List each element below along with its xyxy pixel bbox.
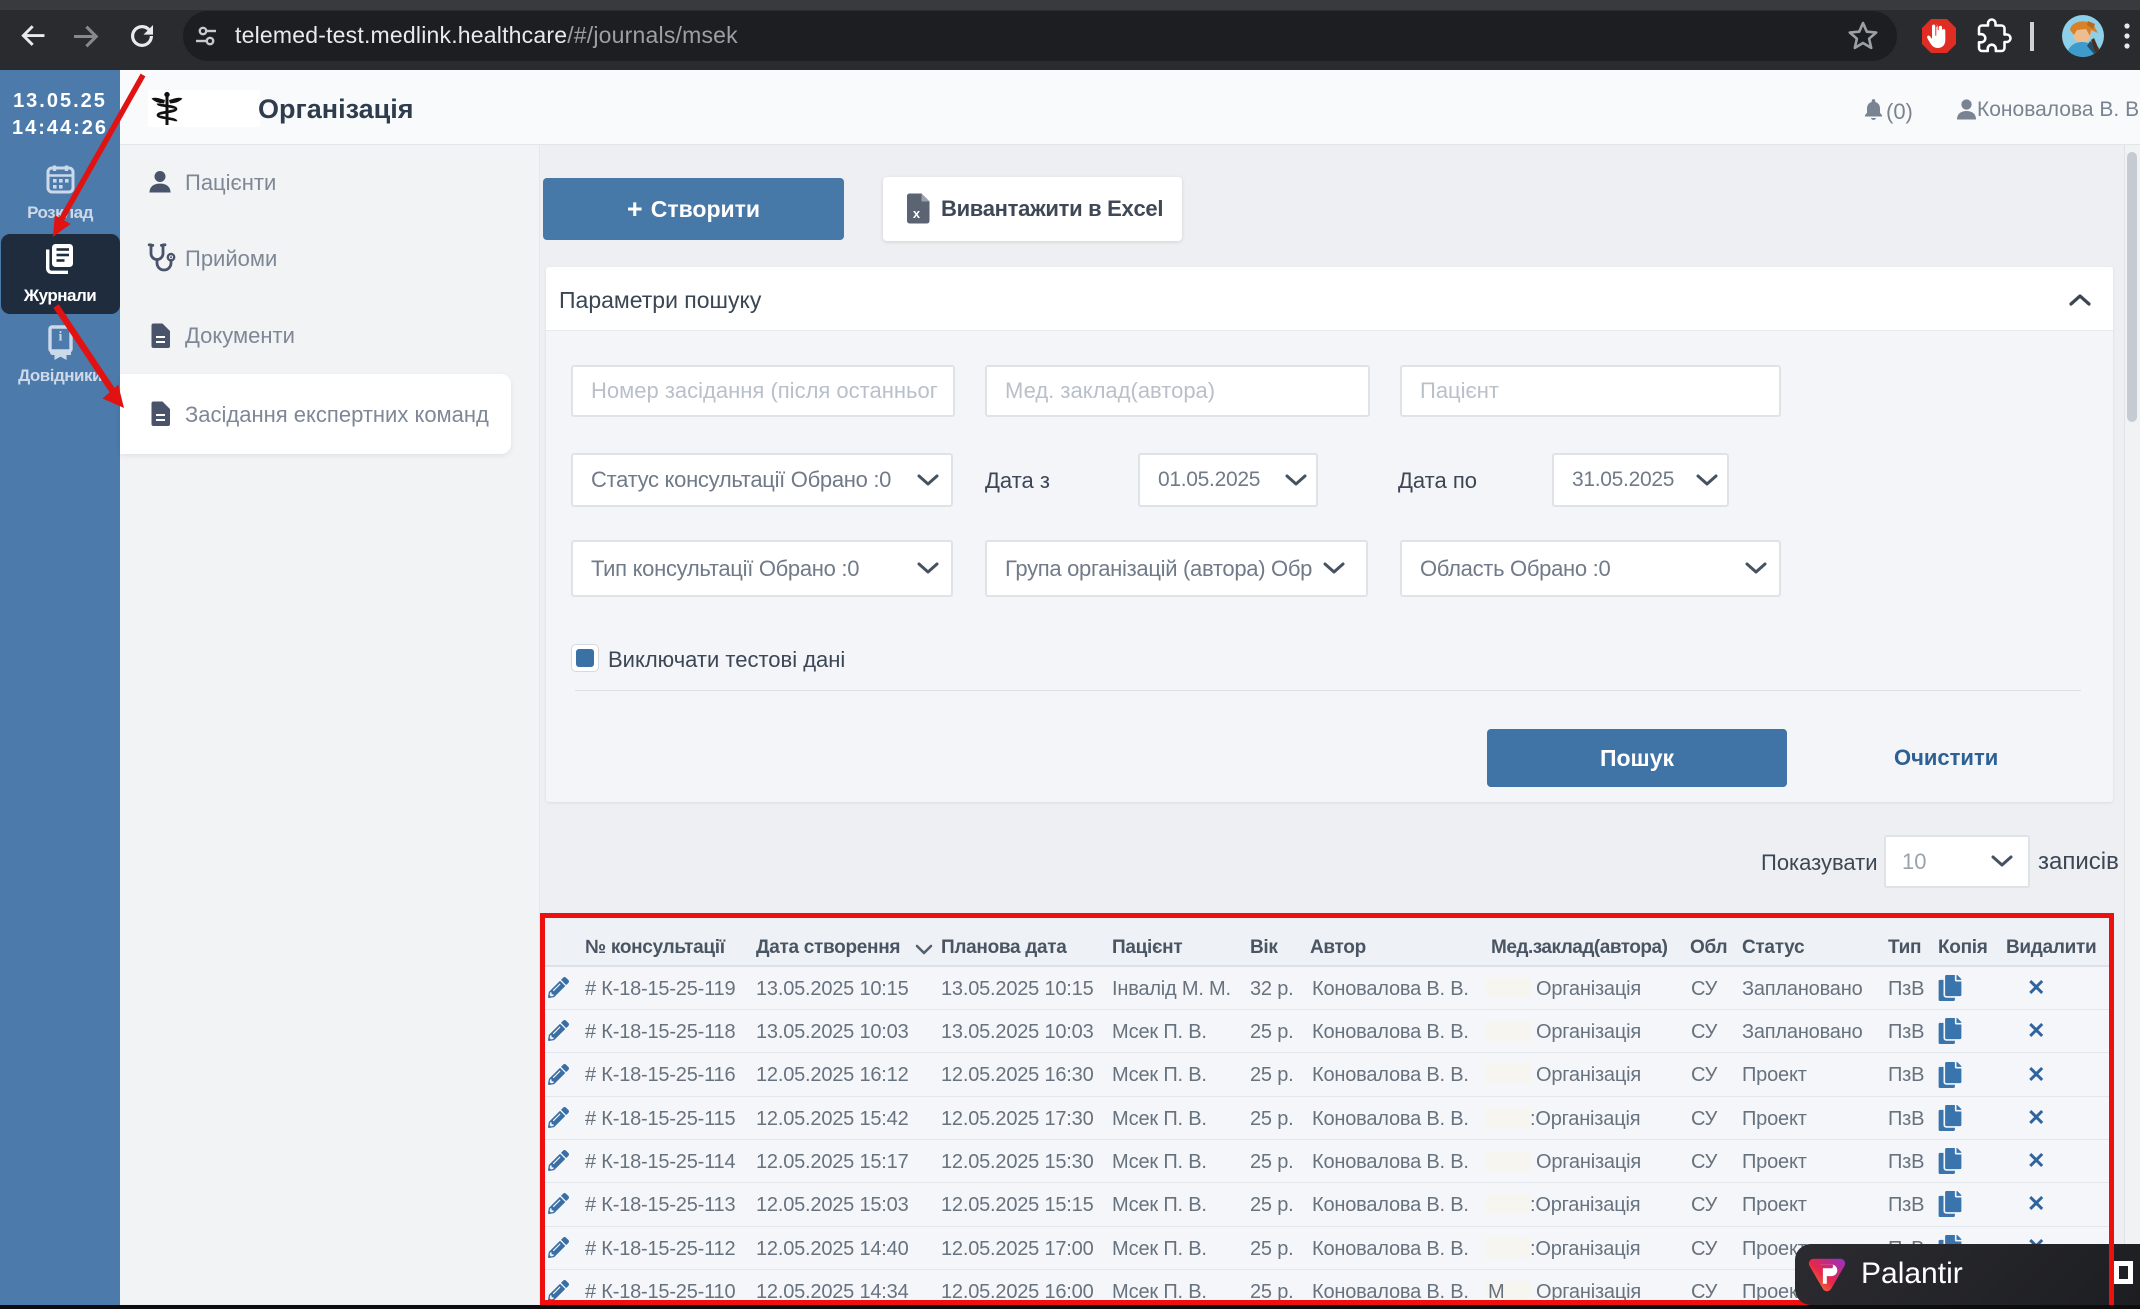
svg-text:i: i <box>59 330 63 345</box>
svg-text:x: x <box>913 206 921 221</box>
